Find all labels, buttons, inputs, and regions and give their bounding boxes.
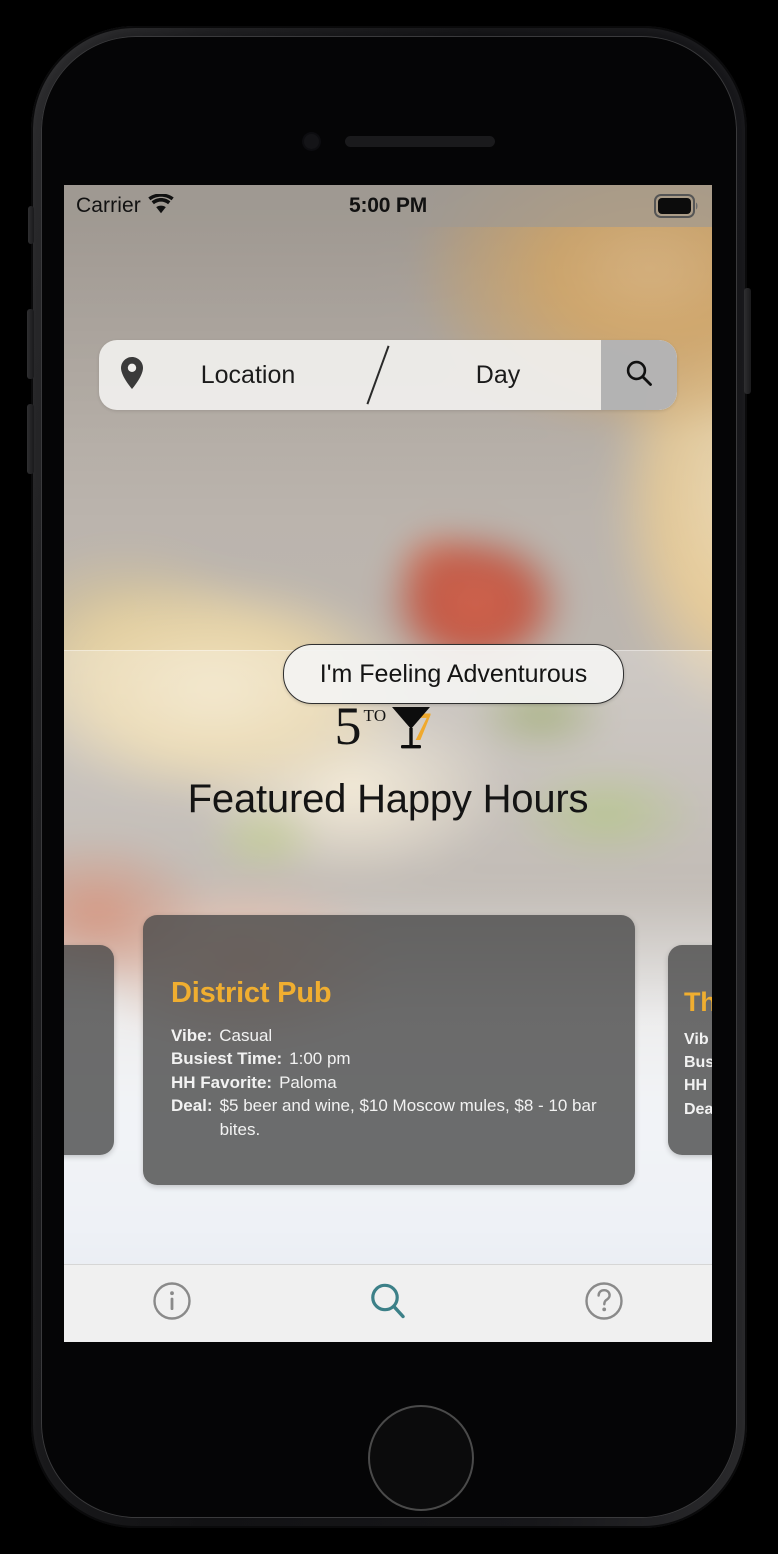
info-circle-icon	[151, 1280, 193, 1327]
logo-to: TO	[363, 706, 387, 726]
volume-up-button[interactable]	[27, 309, 34, 379]
location-input[interactable]: Location	[145, 361, 377, 390]
card-row-hh-favorite: HH Favorite: Paloma	[171, 1071, 607, 1094]
phone-screen: Carrier 5:00 PM Location Day I'm Feeling…	[64, 185, 712, 1342]
martini-glass-icon	[392, 707, 431, 749]
card-row-busiest-next: Bus	[684, 1051, 712, 1074]
deal-label-next: Dea	[684, 1100, 712, 1118]
happy-hour-card-previous[interactable]	[64, 945, 114, 1155]
busiest-time-value: 1:00 pm	[289, 1049, 351, 1069]
card-row-deal-next: Dea	[684, 1098, 712, 1121]
day-input[interactable]: Day	[379, 361, 601, 390]
featured-carousel[interactable]: District Pub Vibe: Casual Busiest Time: …	[64, 915, 712, 1185]
search-icon	[366, 1279, 410, 1328]
happy-hour-card-district-pub[interactable]: District Pub Vibe: Casual Busiest Time: …	[143, 915, 635, 1185]
status-bar: Carrier 5:00 PM	[64, 185, 712, 227]
vibe-value: Casual	[219, 1026, 273, 1045]
tab-bar	[64, 1264, 712, 1342]
card-row-deal: Deal: $5 beer and wine, $10 Moscow mules…	[171, 1094, 607, 1141]
feeling-adventurous-button[interactable]: I'm Feeling Adventurous	[283, 644, 624, 704]
silent-switch[interactable]	[28, 206, 34, 244]
busiest-label-next: Bus	[684, 1054, 712, 1072]
card-row-busiest-time: Busiest Time: 1:00 pm	[171, 1047, 607, 1070]
earpiece-speaker	[345, 136, 495, 147]
card-row-hh-next: HH	[684, 1074, 712, 1097]
deal-value: $5 beer and wine, $10 Moscow mules, $8 -…	[219, 1096, 597, 1139]
brand-logo: 5 TO 7	[64, 696, 712, 756]
deal-label: Deal:	[171, 1096, 213, 1116]
question-circle-icon	[583, 1280, 625, 1327]
search-submit-button[interactable]	[601, 340, 677, 410]
card-body-next: Th Vib Bus HH Dea	[668, 945, 712, 1121]
front-camera	[304, 134, 319, 149]
card-body: District Pub Vibe: Casual Busiest Time: …	[143, 915, 635, 1141]
card-row-vibe: Vibe: Casual	[171, 1024, 607, 1047]
tab-search[interactable]	[280, 1265, 496, 1342]
vibe-label: Vibe:	[171, 1026, 213, 1045]
card-title: District Pub	[171, 977, 332, 1009]
logo-seven-glass: 7	[389, 702, 441, 752]
home-button[interactable]	[368, 1405, 474, 1511]
hh-favorite-value: Paloma	[279, 1072, 337, 1092]
hh-label-next: HH	[684, 1077, 708, 1095]
card-row-vibe-next: Vib	[684, 1028, 712, 1051]
power-button[interactable]	[744, 288, 751, 394]
tab-help[interactable]	[496, 1265, 712, 1342]
location-pin-icon	[119, 356, 145, 395]
vibe-label-next: Vib	[684, 1031, 709, 1048]
logo-five: 5	[334, 696, 362, 756]
card-title-next: Th	[684, 987, 712, 1017]
status-bar-clock: 5:00 PM	[349, 194, 427, 217]
hh-favorite-label: HH Favorite:	[171, 1072, 273, 1092]
search-icon	[624, 358, 654, 393]
battery-full-icon	[654, 194, 700, 223]
tab-info[interactable]	[64, 1265, 280, 1342]
volume-down-button[interactable]	[27, 404, 34, 474]
happy-hour-card-next[interactable]: Th Vib Bus HH Dea	[668, 945, 712, 1155]
featured-heading: Featured Happy Hours	[187, 777, 589, 821]
search-bar[interactable]: Location Day	[99, 340, 677, 410]
hero-overlay	[64, 185, 712, 651]
busiest-time-label: Busiest Time:	[171, 1049, 283, 1069]
